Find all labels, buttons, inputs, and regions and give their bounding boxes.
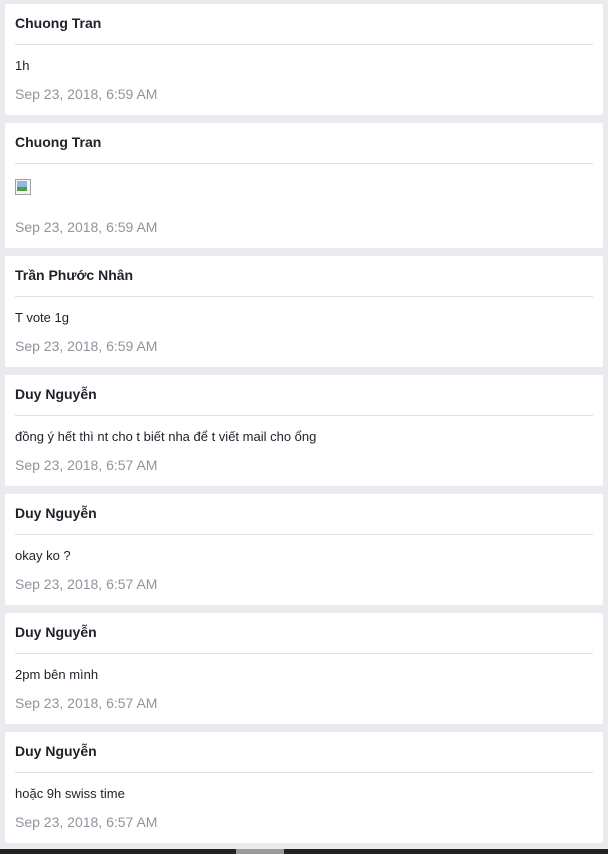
message-attachment — [15, 164, 593, 207]
message-timestamp: Sep 23, 2018, 6:57 AM — [15, 576, 158, 592]
message-author[interactable]: Chuong Tran — [15, 4, 593, 45]
message-card: Duy Nguyễn đồng ý hết thì nt cho t biết … — [5, 375, 603, 486]
message-feed: Chuong Tran 1h Sep 23, 2018, 6:59 AM Chu… — [5, 4, 603, 851]
message-timestamp: Sep 23, 2018, 6:59 AM — [15, 338, 158, 354]
message-timestamp: Sep 23, 2018, 6:57 AM — [15, 457, 158, 473]
message-text: đồng ý hết thì nt cho t biết nha để t vi… — [15, 429, 317, 444]
message-card: Chuong Tran 1h Sep 23, 2018, 6:59 AM — [5, 4, 603, 115]
broken-image-icon[interactable] — [15, 179, 31, 195]
message-card: Duy Nguyễn okay ko ? Sep 23, 2018, 6:57 … — [5, 494, 603, 605]
message-card: Chuong Tran Sep 23, 2018, 6:59 AM — [5, 123, 603, 248]
message-card: Duy Nguyễn hoặc 9h swiss time Sep 23, 20… — [5, 732, 603, 843]
message-author[interactable]: Duy Nguyễn — [15, 613, 593, 654]
message-card: Trần Phước Nhân T vote 1g Sep 23, 2018, … — [5, 256, 603, 367]
message-author[interactable]: Trần Phước Nhân — [15, 256, 593, 297]
message-text: okay ko ? — [15, 548, 71, 563]
message-text: 1h — [15, 58, 30, 73]
message-author[interactable]: Duy Nguyễn — [15, 732, 593, 773]
message-text: 2pm bên mình — [15, 667, 99, 682]
horizontal-scrollbar[interactable] — [0, 849, 608, 854]
message-timestamp: Sep 23, 2018, 6:59 AM — [15, 219, 158, 235]
message-author[interactable]: Chuong Tran — [15, 123, 593, 164]
message-timestamp: Sep 23, 2018, 6:57 AM — [15, 695, 158, 711]
message-text: T vote 1g — [15, 310, 69, 325]
message-timestamp: Sep 23, 2018, 6:57 AM — [15, 814, 158, 830]
message-author[interactable]: Duy Nguyễn — [15, 494, 593, 535]
message-author[interactable]: Duy Nguyễn — [15, 375, 593, 416]
scrollbar-thumb[interactable] — [236, 849, 284, 854]
message-text: hoặc 9h swiss time — [15, 786, 125, 801]
message-card: Duy Nguyễn 2pm bên mình Sep 23, 2018, 6:… — [5, 613, 603, 724]
message-timestamp: Sep 23, 2018, 6:59 AM — [15, 86, 158, 102]
